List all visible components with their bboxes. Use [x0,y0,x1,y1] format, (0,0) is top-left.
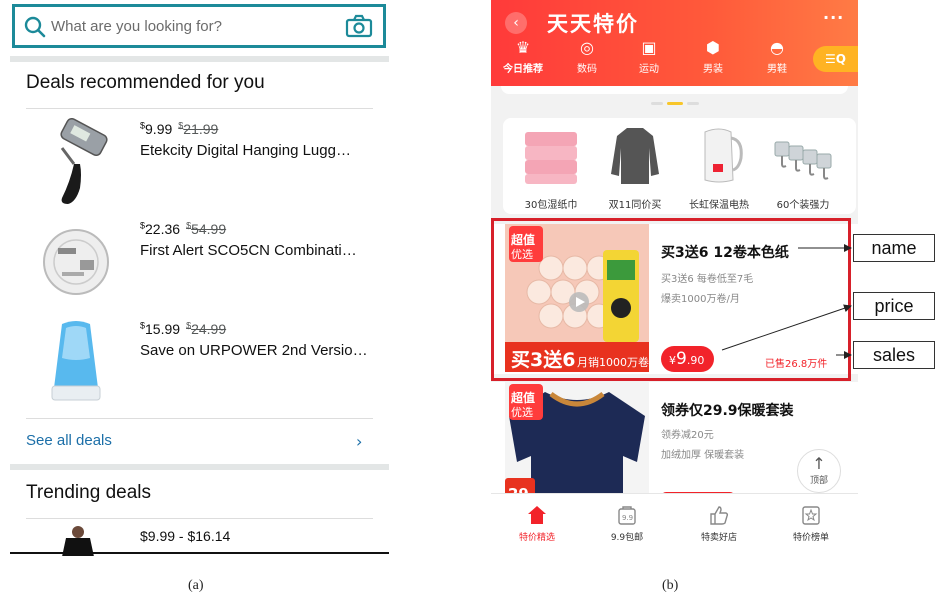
chevron-right-icon[interactable]: › [356,432,362,451]
deal-item[interactable]: $15.99 $24.99 Save on URPOWER 2nd Versio… [26,318,373,414]
deal-price-row: $9.99 $21.99 [140,120,218,137]
deal-price: $15.99 [140,320,181,337]
mini-product[interactable]: 双11同价买 [593,124,677,211]
bottom-rule [10,552,389,554]
luggage-scale-image [60,118,108,204]
mini-product[interactable]: 60个装强力 [761,124,845,211]
caption-a: (a) [188,578,204,593]
divider [26,108,373,109]
diffuser-image [51,321,101,401]
search-icon[interactable] [23,15,47,39]
backpack-icon: ▣ [641,38,657,57]
annotation-sales: sales [853,341,935,369]
deal-price-row: $15.99 $24.99 [140,320,226,337]
more-icon[interactable]: ··· [823,8,844,27]
wet-wipes-image [525,132,577,184]
back-arrow-icon[interactable]: ‹ [505,12,527,34]
home-icon [528,506,546,524]
deal-name[interactable]: First Alert SCO5CN Combinati… [140,242,357,259]
divider [26,418,373,419]
product-sub2: 加绒加厚 保暖套装 [661,450,745,461]
section-divider [10,464,389,470]
shirt-icon: ⬢ [706,38,720,57]
see-all-deals-link[interactable]: See all deals [26,432,112,449]
deal-old-price: $54.99 [186,220,227,237]
smoke-alarm-image [43,229,109,295]
kettle-image [704,128,743,183]
category-tab[interactable]: ♛ 今日推荐 [493,36,553,75]
annotation-name: name [853,234,935,262]
thumbs-up-icon [710,506,729,525]
deal-old-price: $21.99 [178,120,219,137]
search-input[interactable] [51,13,341,39]
crown-icon: ♛ [515,38,531,57]
category-tab[interactable]: ⬢ 男装 [683,36,743,75]
deal-price: $22.36 [140,220,181,237]
category-tab[interactable]: ◎ 数码 [557,36,617,75]
deal-name[interactable]: Etekcity Digital Hanging Lugg… [140,142,351,159]
trending-price: $9.99 - $16.14 [140,528,231,544]
carousel-indicator [651,102,699,106]
tab-item[interactable]: 特价精选 [497,504,577,543]
mini-product[interactable]: 长虹保温电热 [677,124,761,211]
sweater-image [611,128,659,184]
tab-item[interactable]: 特卖好店 [679,504,759,543]
annotation-price: price [853,292,935,320]
deal-name[interactable]: Save on URPOWER 2nd Versio… [140,342,368,359]
deal-item[interactable]: $22.36 $54.99 First Alert SCO5CN Combinat… [26,218,373,314]
category-tab[interactable]: ◓ 男鞋 [747,36,807,75]
tab-item[interactable]: 9.9 9.9包邮 [587,504,667,543]
deal-old-price: $24.99 [186,320,227,337]
badge-bottom-text: 优选 [511,406,533,419]
card-edge [501,86,848,94]
svg-text:9.9: 9.9 [622,514,633,522]
deals-section-title: Deals recommended for you [26,72,265,93]
price-99-icon: 9.9 [618,506,636,525]
caption-b: (b) [662,578,679,593]
highlight-box [491,218,851,381]
camera-icon: ◎ [580,38,594,57]
badge-top-text: 超值 [510,390,535,405]
deal-price-row: $22.36 $54.99 [140,220,226,237]
divider [26,518,373,519]
mini-product-row: 30包湿纸巾 双11同价买 长虹保温电热 60个装强力 [503,118,856,214]
camera-icon[interactable] [345,14,373,38]
search-bar[interactable] [12,4,386,48]
deal-item[interactable]: $9.99 $21.99 Etekcity Digital Hanging Lug… [26,118,373,214]
hooks-image [774,141,832,180]
deal-price: $9.99 [140,120,173,137]
trending-section-title: Trending deals [26,482,151,503]
tab-item[interactable]: 特价榜单 [771,504,851,543]
star-ranking-icon [802,506,820,525]
shoe-icon: ◓ [770,38,784,57]
section-divider [10,56,389,62]
arrow-up-icon: ↑ [812,454,826,473]
product-name[interactable]: 领券仅29.9保暖套装 [661,400,794,420]
product-sub1: 领券减20元 [661,430,714,441]
page-title: 天天特价 [547,12,639,36]
category-tab[interactable]: ▣ 运动 [619,36,679,75]
mini-product[interactable]: 30包湿纸巾 [509,124,593,211]
bottom-tab-bar: 特价精选 9.9 9.9包邮 特卖好店 特价榜单 [491,493,858,553]
back-to-top-button[interactable]: ↑ 顶部 [797,449,841,493]
panel-a-amazon-deals: Deals recommended for you $9.99 $21.99 Et… [10,0,389,556]
category-filter-button[interactable]: ☰Q [813,46,858,72]
